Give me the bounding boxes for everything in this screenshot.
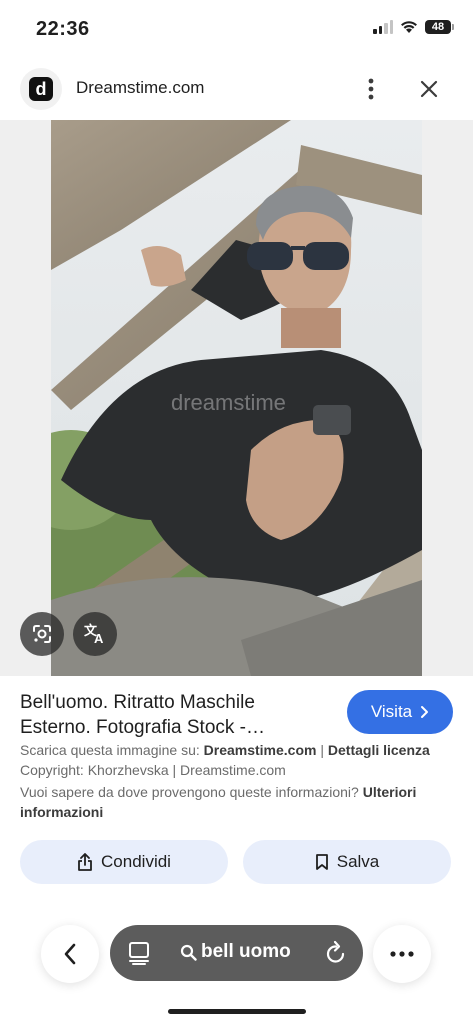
- info-line: Vuoi sapere da dove provengono queste in…: [20, 782, 450, 822]
- svg-text:A: A: [94, 631, 104, 645]
- share-icon: [78, 853, 92, 871]
- info-question: Vuoi sapere da dove provengono queste in…: [20, 784, 363, 800]
- watermark-text: dreamstime: [171, 390, 286, 415]
- logo-letter: d: [29, 77, 53, 101]
- translate-icon: 文 A: [84, 623, 104, 645]
- save-label: Salva: [336, 852, 380, 871]
- result-title[interactable]: Bell'uomo. Ritratto Maschile Esterno. Fo…: [20, 690, 320, 740]
- close-icon: [420, 80, 438, 98]
- status-bar: 22:36 48: [0, 0, 473, 60]
- search-pill[interactable]: bell uomo: [110, 925, 363, 981]
- dreamstime-logo[interactable]: d: [20, 68, 62, 110]
- site-name[interactable]: Dreamstime.com: [76, 78, 204, 98]
- status-icons: 48: [373, 20, 454, 34]
- translate-button[interactable]: 文 A: [73, 612, 117, 656]
- license-details-link[interactable]: Dettagli licenza: [328, 742, 430, 758]
- result-photo[interactable]: dreamstime: [51, 120, 422, 676]
- home-indicator[interactable]: [168, 1009, 306, 1014]
- search-icon: [180, 944, 197, 961]
- wifi-icon: [401, 21, 417, 33]
- site-header: d Dreamstime.com: [0, 62, 473, 118]
- search-query-text: bell uomo: [201, 941, 291, 962]
- source-prefix: Scarica questa immagine su:: [20, 742, 204, 758]
- more-options-button[interactable]: [356, 74, 386, 104]
- back-icon: [64, 943, 76, 965]
- photo-illustration: dreamstime: [51, 120, 422, 676]
- bookmark-icon: [315, 854, 328, 870]
- close-button[interactable]: [414, 74, 444, 104]
- separator: |: [316, 742, 328, 758]
- status-time: 22:36: [36, 18, 90, 40]
- search-query-field[interactable]: bell uomo: [180, 941, 291, 963]
- menu-button[interactable]: [373, 925, 431, 983]
- image-viewer: dreamstime: [0, 120, 473, 676]
- share-label: Condividi: [101, 852, 171, 871]
- battery-icon: 48: [425, 20, 454, 34]
- signal-icon: [373, 20, 393, 34]
- source-site-link[interactable]: Dreamstime.com: [204, 742, 317, 758]
- visit-button[interactable]: Visita: [347, 690, 453, 734]
- save-button[interactable]: Salva: [243, 840, 451, 884]
- more-vert-icon: [368, 78, 374, 100]
- share-button[interactable]: Condividi: [20, 840, 228, 884]
- chevron-right-icon: [421, 706, 429, 718]
- bottom-navigation: bell uomo: [0, 920, 473, 990]
- copyright-text: Copyright: Khorzhevska | Dreamstime.com: [20, 762, 286, 778]
- google-lens-button[interactable]: [20, 612, 64, 656]
- visit-label: Visita: [370, 702, 413, 721]
- tabs-icon[interactable]: [128, 941, 150, 965]
- refresh-icon[interactable]: [325, 940, 347, 964]
- back-button[interactable]: [41, 925, 99, 983]
- google-lens-icon: [33, 625, 51, 643]
- more-horiz-icon: [390, 951, 414, 957]
- source-line: Scarica questa immagine su: Dreamstime.c…: [20, 740, 460, 780]
